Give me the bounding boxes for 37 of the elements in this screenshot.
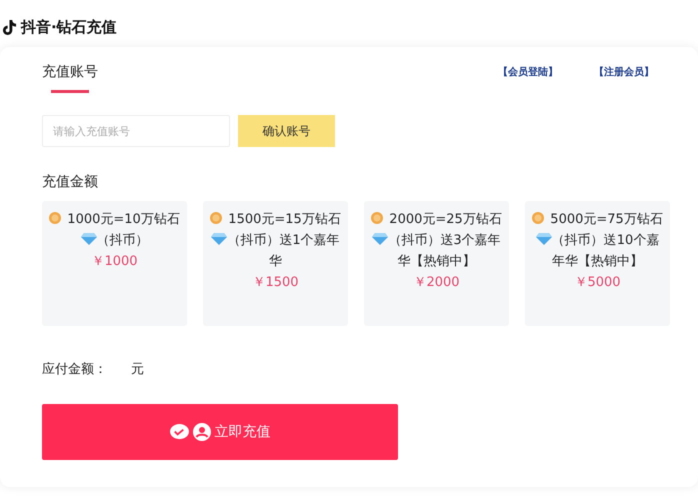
coin-icon bbox=[371, 212, 384, 224]
offer-card[interactable]: 1500元=15万钻石 （抖币）送1个嘉年华 ￥1500 bbox=[203, 201, 348, 326]
offer-text: （抖币）送1个嘉年华 bbox=[227, 233, 340, 269]
offer-text: （抖币）送3个嘉年华【热销中】 bbox=[388, 233, 501, 269]
offer-card[interactable]: 2000元=25万钻石 （抖币）送3个嘉年华【热销中】 ￥2000 bbox=[364, 201, 509, 326]
link[interactable]: 【注册会员】 bbox=[594, 65, 654, 79]
pay-button[interactable]: 立即充值 bbox=[42, 404, 398, 460]
offer-price: ￥1000 bbox=[90, 253, 139, 270]
music-note-icon bbox=[2, 18, 17, 36]
offer-text: 2000元=25万钻石 bbox=[389, 212, 502, 227]
offer-text: （抖币） bbox=[96, 233, 148, 248]
offer-price: ￥1500 bbox=[251, 274, 300, 291]
diamond-icon bbox=[211, 233, 228, 245]
offer-card[interactable]: 5000元=75万钻石 （抖币）送10个嘉年华【热销中】 ￥5000 bbox=[525, 201, 670, 326]
page-title: 抖音·钻石充值 bbox=[21, 18, 117, 36]
coin-icon bbox=[49, 212, 62, 224]
person-icon bbox=[192, 423, 210, 441]
offer-card[interactable]: 1000元=10万钻石 （抖币） ￥1000 bbox=[42, 201, 187, 326]
diamond-icon bbox=[536, 233, 552, 245]
offer-text: 5000元=75万钻石 bbox=[550, 212, 663, 227]
payable-unit: 元 bbox=[131, 361, 144, 378]
section-title: 充值金额 bbox=[42, 173, 98, 191]
offer-text: 1000元=10万钻石 bbox=[67, 212, 180, 227]
tab[interactable]: 充值账号 bbox=[42, 63, 98, 93]
diamond-icon bbox=[80, 233, 96, 245]
confirm-button[interactable]: 确认账号 bbox=[238, 115, 335, 147]
coin-icon bbox=[532, 212, 544, 224]
chat-check-icon bbox=[170, 424, 188, 440]
offer-price: ￥2000 bbox=[412, 274, 461, 291]
account-input-field[interactable]: 请输入充值账号 bbox=[42, 115, 230, 147]
payable-label: 应付金额： bbox=[42, 361, 107, 378]
offer-text: （抖币）送10个嘉年华【热销中】 bbox=[552, 233, 660, 269]
offer-text: 1500元=15万钻石 bbox=[228, 212, 341, 227]
diamond-icon bbox=[372, 233, 388, 245]
offer-price: ￥5000 bbox=[573, 274, 622, 291]
coin-icon bbox=[210, 212, 222, 224]
link[interactable]: 【会员登陆】 bbox=[498, 65, 558, 79]
